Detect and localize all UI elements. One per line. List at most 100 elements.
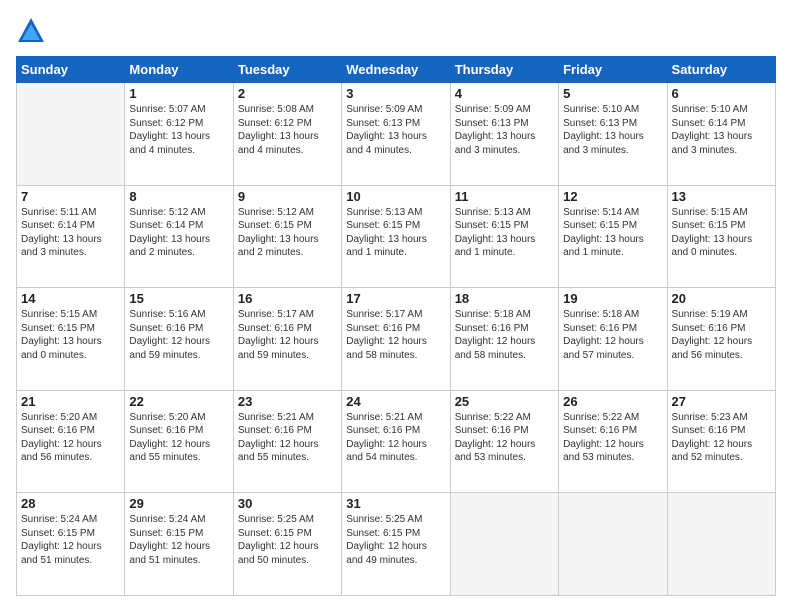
- day-number: 10: [346, 189, 445, 204]
- day-info: Sunrise: 5:17 AM Sunset: 6:16 PM Dayligh…: [346, 308, 445, 362]
- calendar-cell: 11Sunrise: 5:13 AM Sunset: 6:15 PM Dayli…: [450, 185, 558, 288]
- header: [16, 16, 776, 46]
- day-info: Sunrise: 5:20 AM Sunset: 6:16 PM Dayligh…: [21, 411, 120, 465]
- day-info: Sunrise: 5:12 AM Sunset: 6:15 PM Dayligh…: [238, 206, 337, 260]
- calendar-week-row: 14Sunrise: 5:15 AM Sunset: 6:15 PM Dayli…: [17, 288, 776, 391]
- calendar-cell: [450, 493, 558, 596]
- day-info: Sunrise: 5:08 AM Sunset: 6:12 PM Dayligh…: [238, 103, 337, 157]
- day-info: Sunrise: 5:24 AM Sunset: 6:15 PM Dayligh…: [21, 513, 120, 567]
- day-number: 21: [21, 394, 120, 409]
- calendar-cell: 16 Sunrise: 5:17 AM Sunset: 6:16 PM Dayli…: [233, 288, 341, 391]
- day-info: Sunrise: 5:10 AM Sunset: 6:13 PM Dayligh…: [563, 103, 662, 157]
- day-info: Sunrise: 5:21 AM Sunset: 6:16 PM Dayligh…: [346, 411, 445, 465]
- calendar-cell: 20Sunrise: 5:19 AM Sunset: 6:16 PM Dayli…: [667, 288, 775, 391]
- day-number: 25: [455, 394, 554, 409]
- calendar-cell: 15 Sunrise: 5:16 AM Sunset: 6:16 PM Dayli…: [125, 288, 233, 391]
- day-info: Sunrise: 5:25 AM Sunset: 6:15 PM Dayligh…: [238, 513, 337, 567]
- day-info: Sunrise: 5:13 AM Sunset: 6:15 PM Dayligh…: [346, 206, 445, 260]
- day-number: 12: [563, 189, 662, 204]
- calendar-cell: [559, 493, 667, 596]
- day-info: Sunrise: 5:18 AM Sunset: 6:16 PM Dayligh…: [563, 308, 662, 362]
- day-info: Sunrise: 5:09 AM Sunset: 6:13 PM Dayligh…: [346, 103, 445, 157]
- calendar-cell: 4Sunrise: 5:09 AM Sunset: 6:13 PM Daylig…: [450, 83, 558, 186]
- calendar-cell: 27Sunrise: 5:23 AM Sunset: 6:16 PM Dayli…: [667, 390, 775, 493]
- day-number: 9: [238, 189, 337, 204]
- day-number: 5: [563, 86, 662, 101]
- calendar-cell: 23 Sunrise: 5:21 AM Sunset: 6:16 PM Dayli…: [233, 390, 341, 493]
- day-number: 13: [672, 189, 771, 204]
- day-number: 20: [672, 291, 771, 306]
- page: SundayMondayTuesdayWednesdayThursdayFrid…: [0, 0, 792, 612]
- day-number: 30: [238, 496, 337, 511]
- day-info: Sunrise: 5:13 AM Sunset: 6:15 PM Dayligh…: [455, 206, 554, 260]
- day-info: Sunrise: 5:18 AM Sunset: 6:16 PM Dayligh…: [455, 308, 554, 362]
- day-number: 31: [346, 496, 445, 511]
- col-header-wednesday: Wednesday: [342, 57, 450, 83]
- calendar-cell: 25 Sunrise: 5:22 AM Sunset: 6:16 PM Dayli…: [450, 390, 558, 493]
- calendar-table: SundayMondayTuesdayWednesdayThursdayFrid…: [16, 56, 776, 596]
- day-info: Sunrise: 5:15 AM Sunset: 6:15 PM Dayligh…: [21, 308, 120, 362]
- calendar-cell: 18Sunrise: 5:18 AM Sunset: 6:16 PM Dayli…: [450, 288, 558, 391]
- calendar-cell: 7Sunrise: 5:11 AM Sunset: 6:14 PM Daylig…: [17, 185, 125, 288]
- calendar-cell: 29 Sunrise: 5:24 AM Sunset: 6:15 PM Dayli…: [125, 493, 233, 596]
- col-header-sunday: Sunday: [17, 57, 125, 83]
- day-info: Sunrise: 5:20 AM Sunset: 6:16 PM Dayligh…: [129, 411, 228, 465]
- logo-icon: [16, 16, 46, 46]
- calendar-cell: 17 Sunrise: 5:17 AM Sunset: 6:16 PM Dayli…: [342, 288, 450, 391]
- day-info: Sunrise: 5:07 AM Sunset: 6:12 PM Dayligh…: [129, 103, 228, 157]
- col-header-tuesday: Tuesday: [233, 57, 341, 83]
- day-info: Sunrise: 5:10 AM Sunset: 6:14 PM Dayligh…: [672, 103, 771, 157]
- calendar-week-row: 28 Sunrise: 5:24 AM Sunset: 6:15 PM Dayli…: [17, 493, 776, 596]
- calendar-cell: 13 Sunrise: 5:15 AM Sunset: 6:15 PM Dayli…: [667, 185, 775, 288]
- day-info: Sunrise: 5:22 AM Sunset: 6:16 PM Dayligh…: [455, 411, 554, 465]
- col-header-friday: Friday: [559, 57, 667, 83]
- calendar-cell: 28 Sunrise: 5:24 AM Sunset: 6:15 PM Dayli…: [17, 493, 125, 596]
- day-info: Sunrise: 5:22 AM Sunset: 6:16 PM Dayligh…: [563, 411, 662, 465]
- calendar-cell: 10 Sunrise: 5:13 AM Sunset: 6:15 PM Dayli…: [342, 185, 450, 288]
- calendar-cell: 21 Sunrise: 5:20 AM Sunset: 6:16 PM Dayli…: [17, 390, 125, 493]
- day-number: 23: [238, 394, 337, 409]
- day-number: 19: [563, 291, 662, 306]
- day-info: Sunrise: 5:16 AM Sunset: 6:16 PM Dayligh…: [129, 308, 228, 362]
- day-number: 1: [129, 86, 228, 101]
- calendar-week-row: 7Sunrise: 5:11 AM Sunset: 6:14 PM Daylig…: [17, 185, 776, 288]
- calendar-cell: 8 Sunrise: 5:12 AM Sunset: 6:14 PM Daylig…: [125, 185, 233, 288]
- day-info: Sunrise: 5:12 AM Sunset: 6:14 PM Dayligh…: [129, 206, 228, 260]
- day-number: 16: [238, 291, 337, 306]
- day-info: Sunrise: 5:21 AM Sunset: 6:16 PM Dayligh…: [238, 411, 337, 465]
- day-info: Sunrise: 5:14 AM Sunset: 6:15 PM Dayligh…: [563, 206, 662, 260]
- day-number: 28: [21, 496, 120, 511]
- day-number: 7: [21, 189, 120, 204]
- day-number: 15: [129, 291, 228, 306]
- day-number: 3: [346, 86, 445, 101]
- calendar-week-row: 1 Sunrise: 5:07 AM Sunset: 6:12 PM Daylig…: [17, 83, 776, 186]
- calendar-cell: 6 Sunrise: 5:10 AM Sunset: 6:14 PM Daylig…: [667, 83, 775, 186]
- calendar-cell: [17, 83, 125, 186]
- calendar-header-row: SundayMondayTuesdayWednesdayThursdayFrid…: [17, 57, 776, 83]
- calendar-week-row: 21 Sunrise: 5:20 AM Sunset: 6:16 PM Dayli…: [17, 390, 776, 493]
- day-number: 26: [563, 394, 662, 409]
- day-info: Sunrise: 5:24 AM Sunset: 6:15 PM Dayligh…: [129, 513, 228, 567]
- day-number: 2: [238, 86, 337, 101]
- day-info: Sunrise: 5:23 AM Sunset: 6:16 PM Dayligh…: [672, 411, 771, 465]
- calendar-cell: 19 Sunrise: 5:18 AM Sunset: 6:16 PM Dayli…: [559, 288, 667, 391]
- calendar-cell: 22Sunrise: 5:20 AM Sunset: 6:16 PM Dayli…: [125, 390, 233, 493]
- day-info: Sunrise: 5:17 AM Sunset: 6:16 PM Dayligh…: [238, 308, 337, 362]
- day-number: 6: [672, 86, 771, 101]
- day-number: 29: [129, 496, 228, 511]
- calendar-cell: 24Sunrise: 5:21 AM Sunset: 6:16 PM Dayli…: [342, 390, 450, 493]
- calendar-cell: 9 Sunrise: 5:12 AM Sunset: 6:15 PM Daylig…: [233, 185, 341, 288]
- calendar-cell: 12 Sunrise: 5:14 AM Sunset: 6:15 PM Dayli…: [559, 185, 667, 288]
- col-header-saturday: Saturday: [667, 57, 775, 83]
- day-info: Sunrise: 5:15 AM Sunset: 6:15 PM Dayligh…: [672, 206, 771, 260]
- day-number: 17: [346, 291, 445, 306]
- day-info: Sunrise: 5:25 AM Sunset: 6:15 PM Dayligh…: [346, 513, 445, 567]
- calendar-cell: 14Sunrise: 5:15 AM Sunset: 6:15 PM Dayli…: [17, 288, 125, 391]
- col-header-monday: Monday: [125, 57, 233, 83]
- calendar-cell: 5 Sunrise: 5:10 AM Sunset: 6:13 PM Daylig…: [559, 83, 667, 186]
- calendar-cell: [667, 493, 775, 596]
- logo: [16, 16, 50, 46]
- day-number: 8: [129, 189, 228, 204]
- calendar-cell: 30 Sunrise: 5:25 AM Sunset: 6:15 PM Dayli…: [233, 493, 341, 596]
- day-info: Sunrise: 5:09 AM Sunset: 6:13 PM Dayligh…: [455, 103, 554, 157]
